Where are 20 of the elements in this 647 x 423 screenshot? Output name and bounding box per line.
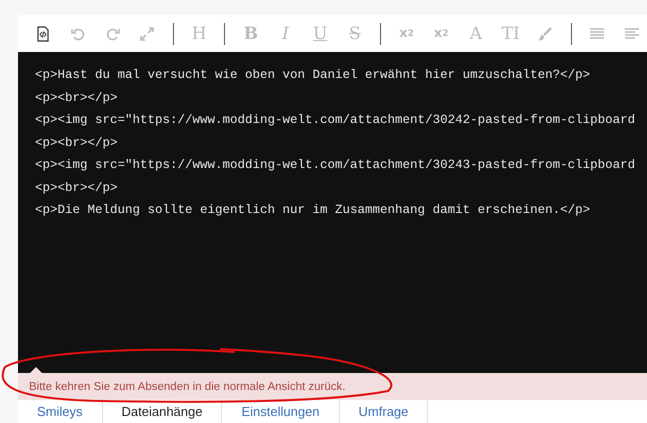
code-line: <p><img src="https://www.modding-welt.com/attachment/30243-pasted-from-clipboard bbox=[35, 157, 636, 174]
code-file-icon bbox=[35, 26, 52, 42]
tab[interactable]: Smileys bbox=[18, 400, 103, 423]
code-line: <p><br></p> bbox=[35, 90, 119, 106]
code-line: <p><img src="https://www.modding-welt.com/attachment/30242-pasted-from-clipboard bbox=[35, 112, 636, 129]
tab[interactable]: Dateianhänge bbox=[102, 400, 222, 423]
redo-icon bbox=[104, 26, 121, 42]
brush-icon bbox=[537, 26, 554, 42]
source-code-editor[interactable] bbox=[18, 52, 647, 373]
lines-icon bbox=[589, 26, 605, 42]
expand-icon bbox=[139, 26, 156, 42]
code-line: <p><br></p> bbox=[35, 180, 119, 196]
undo-icon bbox=[70, 26, 86, 42]
align-left-icon bbox=[624, 26, 640, 42]
error-message: Bitte kehren Sie zum Absenden in die normale Ansicht zurück. bbox=[29, 380, 346, 392]
tab[interactable]: Einstellungen bbox=[222, 400, 340, 423]
code-line: <p>Die Meldung sollte eigentlich nur im Zusammenhang damit erscheinen.</p> bbox=[35, 202, 592, 219]
code-line: <p>Hast du mal versucht wie oben von Daniel erwähnt hier umzuschalten?</p> bbox=[35, 67, 592, 84]
code-line: <p><br></p> bbox=[35, 134, 119, 152]
tab[interactable]: Umfrage bbox=[340, 400, 428, 423]
